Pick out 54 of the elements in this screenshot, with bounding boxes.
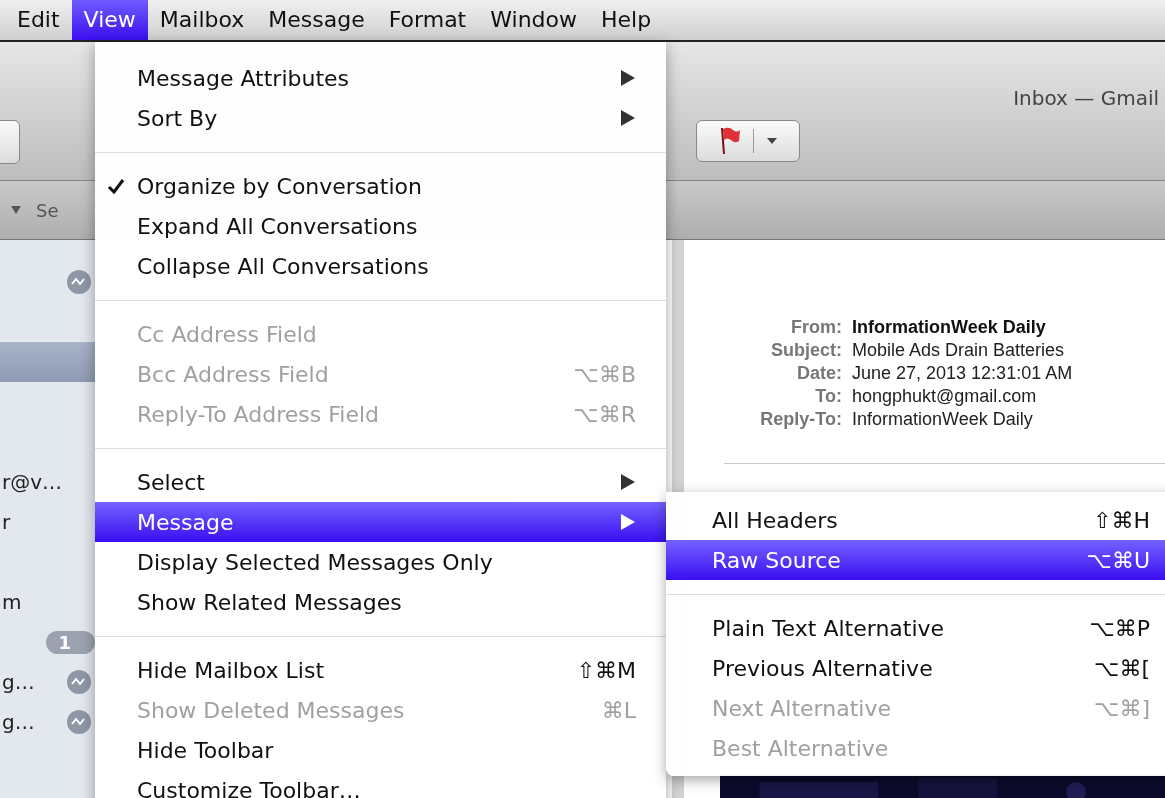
menu-item[interactable]: Raw Source ⌥⌘U bbox=[666, 540, 1165, 580]
sidebar-item[interactable]: g… bbox=[2, 710, 35, 734]
header-value: Mobile Ads Drain Batteries bbox=[852, 340, 1066, 361]
header-value: InformationWeek Daily bbox=[852, 409, 1034, 430]
menu-item[interactable]: Show Related Messages bbox=[95, 582, 666, 622]
menu-bar-item[interactable]: View bbox=[71, 0, 148, 40]
menu-item[interactable]: Sort By bbox=[95, 98, 666, 138]
menu-bar-item[interactable]: Mailbox bbox=[147, 0, 257, 40]
toolbar-button[interactable] bbox=[0, 120, 20, 164]
menu-item[interactable]: Hide Mailbox List ⇧⌘M bbox=[95, 650, 666, 690]
submenu-arrow-icon bbox=[620, 473, 636, 491]
submenu-arrow-icon bbox=[620, 109, 636, 127]
header-value: hongphukt@gmail.com bbox=[852, 386, 1038, 407]
submenu-arrow-icon bbox=[620, 513, 636, 531]
menu-item[interactable]: Display Selected Messages Only bbox=[95, 542, 666, 582]
menu-bar-item[interactable]: Message bbox=[256, 0, 377, 40]
menu-item[interactable]: Customize Toolbar… bbox=[95, 770, 666, 798]
unread-count-badge: 1 bbox=[46, 630, 95, 654]
header-label: From: bbox=[790, 317, 842, 338]
header-label: Reply-To: bbox=[759, 409, 842, 430]
column-heading[interactable]: Se bbox=[36, 199, 59, 221]
thread-icon bbox=[67, 670, 91, 694]
sidebar-item[interactable]: g… bbox=[2, 670, 35, 694]
menu-item[interactable]: Hide Toolbar bbox=[95, 730, 666, 770]
menu-item[interactable]: Collapse All Conversations bbox=[95, 246, 666, 286]
header-label: Subject: bbox=[770, 340, 842, 361]
checkmark-icon bbox=[106, 176, 126, 196]
header-value: InformationWeek Daily bbox=[852, 317, 1047, 338]
menu-item[interactable]: Select bbox=[95, 462, 666, 502]
thread-icon bbox=[67, 270, 91, 294]
menu-item[interactable]: Plain Text Alternative ⌥⌘P bbox=[666, 608, 1165, 648]
menu-bar-item[interactable]: Window bbox=[478, 0, 589, 40]
menu-bar-item[interactable]: Edit bbox=[5, 0, 72, 40]
dropdown-icon bbox=[766, 137, 778, 145]
header-value: June 27, 2013 12:31:01 AM bbox=[852, 363, 1074, 384]
menu-item[interactable]: Expand All Conversations bbox=[95, 206, 666, 246]
header-label: To: bbox=[814, 386, 842, 407]
menu-item[interactable]: Previous Alternative ⌥⌘[ bbox=[666, 648, 1165, 688]
menu-item[interactable]: All Headers ⇧⌘H bbox=[666, 500, 1165, 540]
menu-bar-item[interactable]: Help bbox=[589, 0, 664, 40]
menu-item[interactable]: Message bbox=[95, 502, 666, 542]
window-title: Inbox — Gmail bbox=[1013, 86, 1159, 110]
sidebar-item[interactable]: r@v… bbox=[2, 470, 63, 494]
sidebar-item[interactable]: m bbox=[2, 590, 22, 614]
sort-arrow-icon bbox=[10, 205, 22, 215]
sidebar-item[interactable]: r bbox=[2, 510, 11, 534]
menu-item[interactable]: Organize by Conversation bbox=[95, 166, 666, 206]
menu-bar-item[interactable]: Format bbox=[376, 0, 479, 40]
header-label: Date: bbox=[796, 363, 842, 384]
flag-button[interactable] bbox=[696, 120, 800, 162]
thread-icon bbox=[67, 710, 91, 734]
menu-item[interactable]: Message Attributes bbox=[95, 58, 666, 98]
flag-icon bbox=[719, 126, 741, 156]
submenu-arrow-icon bbox=[620, 69, 636, 87]
